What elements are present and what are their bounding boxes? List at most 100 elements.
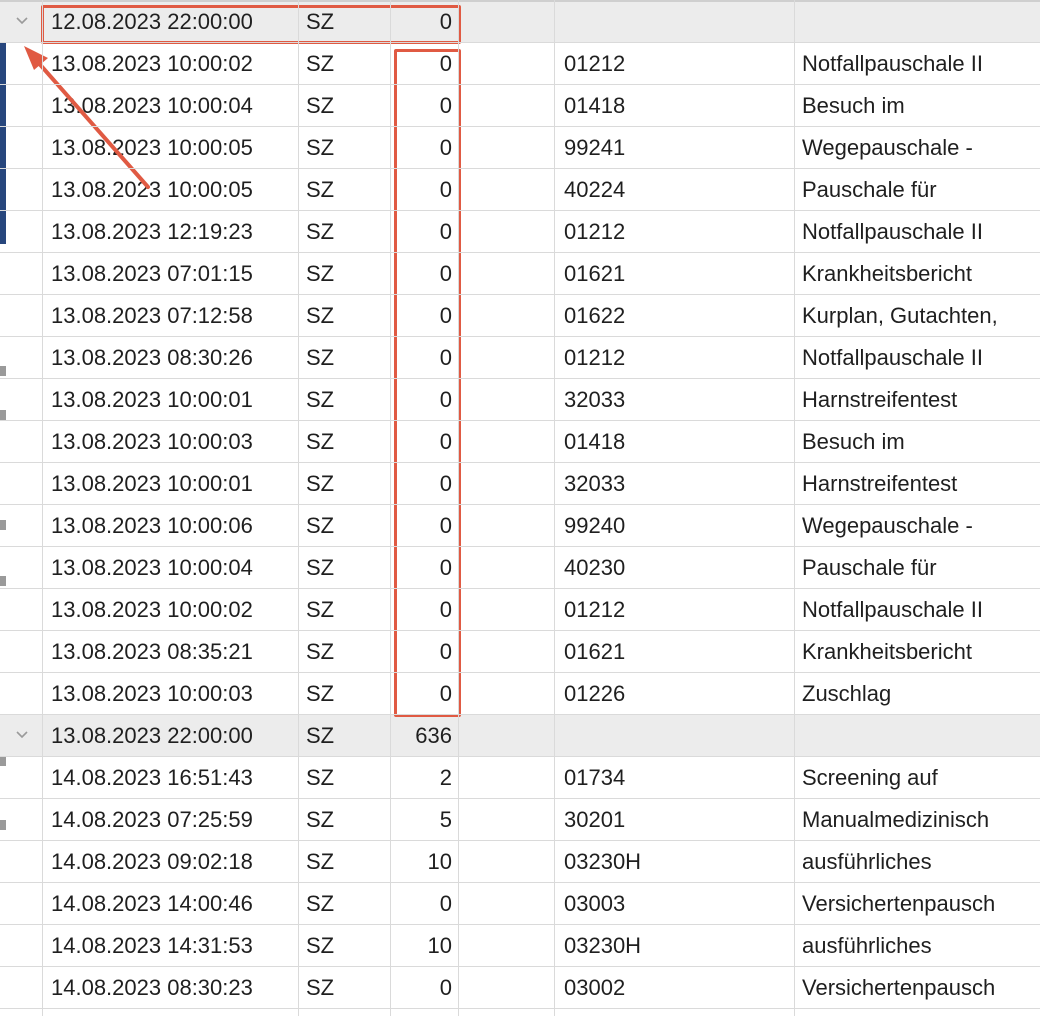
empty-cell bbox=[458, 378, 554, 420]
time-cell: 13.08.2023 10:00:03 bbox=[51, 681, 253, 706]
table-row[interactable]: 13.08.2023 08:30:26 SZ 0 01212 Notfallpausch… bbox=[0, 336, 1040, 378]
value-cell: 0 bbox=[439, 555, 452, 580]
type-cell: SZ bbox=[306, 219, 335, 244]
value-cell: 0 bbox=[439, 891, 452, 916]
table-row[interactable]: 13.08.2023 10:00:05 SZ 0 99241 Wegepauschale… bbox=[0, 126, 1040, 168]
table-row[interactable]: 13.08.2023 10:00:06 SZ 0 99240 Wegepauschale… bbox=[0, 504, 1040, 546]
table-row[interactable]: 13.08.2023 10:00:04 SZ 0 40230 Pauschale für bbox=[0, 546, 1040, 588]
expand-cell bbox=[6, 882, 42, 924]
table-row[interactable]: 13.08.2023 07:12:58 SZ 0 01622 Kurplan, Guta… bbox=[0, 294, 1040, 336]
row-divider bbox=[0, 672, 1040, 673]
row-divider bbox=[0, 504, 1040, 505]
table-row[interactable]: 13.08.2023 10:00:02 SZ 0 01212 Notfallpausch… bbox=[0, 42, 1040, 84]
row-divider bbox=[0, 462, 1040, 463]
type-cell: SZ bbox=[306, 387, 335, 412]
group-row[interactable]: 12.08.2023 22:00:00 SZ 0 bbox=[0, 0, 1040, 42]
expand-cell[interactable] bbox=[6, 714, 42, 756]
description-cell: Besuch im bbox=[802, 429, 905, 454]
value-cell: 0 bbox=[439, 513, 452, 538]
column-divider bbox=[458, 0, 459, 1016]
type-cell: SZ bbox=[306, 555, 335, 580]
description-cell: Wegepauschale - bbox=[802, 513, 973, 538]
type-cell: SZ bbox=[306, 597, 335, 622]
type-cell: SZ bbox=[306, 975, 335, 1000]
empty-cell bbox=[458, 630, 554, 672]
description-cell: Zuschlag bbox=[802, 681, 892, 706]
table-row[interactable]: 13.08.2023 10:00:02 SZ 0 01212 Notfallpausch… bbox=[0, 588, 1040, 630]
expand-cell bbox=[6, 84, 42, 126]
description-cell: Notfallpauschale II bbox=[802, 51, 983, 76]
type-cell: SZ bbox=[306, 471, 335, 496]
time-cell: 14.08.2023 07:25:59 bbox=[51, 807, 253, 832]
chevron-down-icon[interactable] bbox=[16, 17, 28, 25]
table-row[interactable]: 13.08.2023 10:00:01 SZ 0 32033 Harnstreifent… bbox=[0, 378, 1040, 420]
table-row[interactable]: 13.08.2023 12:19:23 SZ 0 01212 Notfallpausch… bbox=[0, 210, 1040, 252]
table-row[interactable]: 13.08.2023 08:35:21 SZ 0 01621 Krankheitsber… bbox=[0, 630, 1040, 672]
expand-cell bbox=[6, 798, 42, 840]
type-cell: SZ bbox=[306, 51, 335, 76]
row-divider bbox=[0, 336, 1040, 337]
value-cell: 0 bbox=[439, 93, 452, 118]
code-cell: 40224 bbox=[564, 177, 626, 202]
empty-cell bbox=[458, 882, 554, 924]
empty-cell bbox=[458, 714, 554, 756]
expand-cell[interactable] bbox=[6, 0, 42, 42]
code-cell: 03003 bbox=[564, 891, 626, 916]
table-row[interactable]: 13.08.2023 10:00:05 SZ 0 40224 Pauschale für bbox=[0, 168, 1040, 210]
row-divider bbox=[0, 798, 1040, 799]
expand-cell bbox=[6, 42, 42, 84]
value-cell: 0 bbox=[439, 219, 452, 244]
description-cell: Kurplan, Gutachten, bbox=[802, 303, 998, 328]
empty-cell bbox=[458, 966, 554, 1008]
time-cell: 13.08.2023 10:00:04 bbox=[51, 93, 253, 118]
description-cell: Notfallpauschale II bbox=[802, 345, 983, 370]
table-row[interactable]: 14.08.2023 09:02:18 SZ 10 03230H ausführlich… bbox=[0, 840, 1040, 882]
expand-cell bbox=[6, 126, 42, 168]
time-cell: 13.08.2023 22:00:00 bbox=[51, 723, 253, 748]
time-cell: 14.08.2023 14:31:53 bbox=[51, 933, 253, 958]
type-cell: SZ bbox=[306, 723, 335, 748]
table-row[interactable]: 14.08.2023 08:30:23 SZ 0 03002 Versichertenp… bbox=[0, 966, 1040, 1008]
chevron-down-icon[interactable] bbox=[16, 731, 28, 739]
code-cell: 01418 bbox=[564, 93, 626, 118]
description-cell: Versichertenpausch bbox=[802, 975, 996, 1000]
value-cell: 10 bbox=[427, 933, 452, 958]
row-divider bbox=[0, 630, 1040, 631]
row-divider bbox=[0, 546, 1040, 547]
row-divider bbox=[0, 378, 1040, 379]
row-divider bbox=[0, 126, 1040, 127]
row-divider bbox=[0, 294, 1040, 295]
table-row[interactable]: 14.08.2023 16:51:43 SZ 2 01734 Screening auf bbox=[0, 756, 1040, 798]
code-cell: 32033 bbox=[564, 387, 626, 412]
type-cell: SZ bbox=[306, 9, 335, 34]
table-row[interactable]: 14.08.2023 07:25:59 SZ 5 30201 Manualmedizin… bbox=[0, 798, 1040, 840]
table-row[interactable]: 13.08.2023 10:00:03 SZ 0 01226 Zuschlag bbox=[0, 672, 1040, 714]
row-divider bbox=[0, 42, 1040, 43]
value-cell: 0 bbox=[439, 135, 452, 160]
time-cell: 14.08.2023 16:51:43 bbox=[51, 765, 253, 790]
table-row[interactable]: 13.08.2023 10:00:01 SZ 0 32033 Harnstreifent… bbox=[0, 462, 1040, 504]
table-row[interactable]: 13.08.2023 10:00:04 SZ 0 01418 Besuch im bbox=[0, 84, 1040, 126]
type-cell: SZ bbox=[306, 261, 335, 286]
row-divider bbox=[0, 420, 1040, 421]
table-row[interactable]: 13.08.2023 07:01:15 SZ 0 01621 Krankheitsber… bbox=[0, 252, 1040, 294]
expand-cell bbox=[6, 630, 42, 672]
expand-cell bbox=[6, 294, 42, 336]
row-divider bbox=[0, 882, 1040, 883]
type-cell: SZ bbox=[306, 303, 335, 328]
value-cell: 0 bbox=[439, 345, 452, 370]
value-cell: 0 bbox=[439, 975, 452, 1000]
expand-cell bbox=[6, 336, 42, 378]
type-cell: SZ bbox=[306, 681, 335, 706]
table-row[interactable]: 14.08.2023 14:00:46 SZ 0 03003 Versichertenp… bbox=[0, 882, 1040, 924]
code-cell: 40230 bbox=[564, 555, 626, 580]
description-cell bbox=[794, 714, 1040, 756]
description-cell: Krankheitsbericht bbox=[802, 261, 972, 286]
table-row[interactable]: 14.08.2023 14:31:53 SZ 10 03230H ausführlich… bbox=[0, 924, 1040, 966]
table-row[interactable]: 13.08.2023 10:00:03 SZ 0 01418 Besuch im bbox=[0, 420, 1040, 462]
expand-cell bbox=[6, 504, 42, 546]
empty-cell bbox=[458, 252, 554, 294]
expand-cell bbox=[6, 588, 42, 630]
group-row[interactable]: 13.08.2023 22:00:00 SZ 636 bbox=[0, 714, 1040, 756]
empty-cell bbox=[458, 168, 554, 210]
